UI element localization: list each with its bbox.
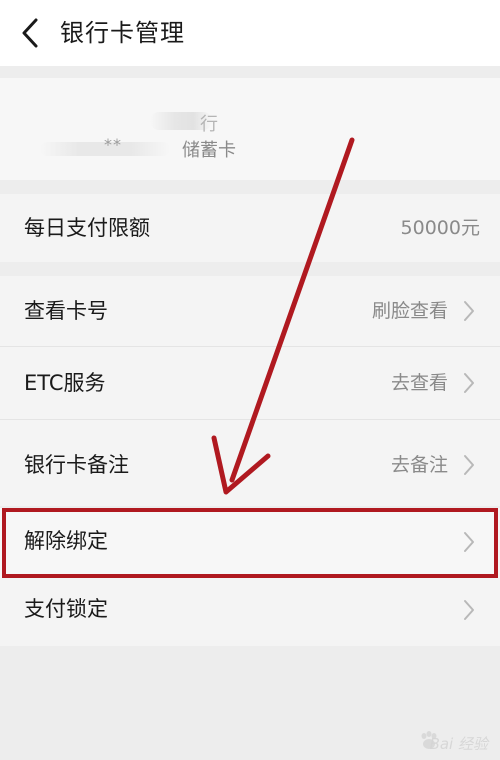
- menu-item-payment-lock[interactable]: 支付锁定: [0, 578, 500, 646]
- card-type-label: 储蓄卡: [182, 140, 236, 161]
- chevron-left-icon[interactable]: [18, 16, 42, 50]
- page-title: 银行卡管理: [60, 19, 185, 47]
- card-info-panel[interactable]: [0, 78, 500, 180]
- menu-item-card-remark[interactable]: 银行卡备注 去备注: [0, 420, 500, 506]
- menu-item-label: 支付锁定: [24, 597, 108, 621]
- nav-header: 银行卡管理: [0, 0, 500, 66]
- menu-item-value: 刷脸查看: [371, 300, 448, 322]
- menu-item-value: 去查看: [390, 372, 448, 394]
- chevron-right-icon: [464, 455, 474, 475]
- daily-limit-label: 每日支付限额: [24, 216, 150, 240]
- daily-limit-value: 50000元: [400, 217, 480, 239]
- card-bank-name: 行: [200, 114, 218, 135]
- menu-item-label: 查看卡号: [24, 299, 108, 323]
- chevron-right-icon: [464, 301, 474, 321]
- menu-item-etc-service[interactable]: ETC服务 去查看: [0, 347, 500, 419]
- menu-item-value: 去备注: [390, 454, 448, 476]
- daily-limit-row[interactable]: 每日支付限额 50000元: [0, 194, 500, 262]
- highlight-box: [2, 508, 498, 578]
- chevron-right-icon: [464, 600, 474, 620]
- card-number-mask: **: [104, 135, 122, 154]
- menu-item-view-card-number[interactable]: 查看卡号 刷脸查看: [0, 276, 500, 346]
- menu-item-label: 银行卡备注: [24, 453, 129, 477]
- menu-item-label: ETC服务: [24, 371, 106, 395]
- watermark-text: Bai 经验: [429, 735, 488, 753]
- chevron-right-icon: [464, 373, 474, 393]
